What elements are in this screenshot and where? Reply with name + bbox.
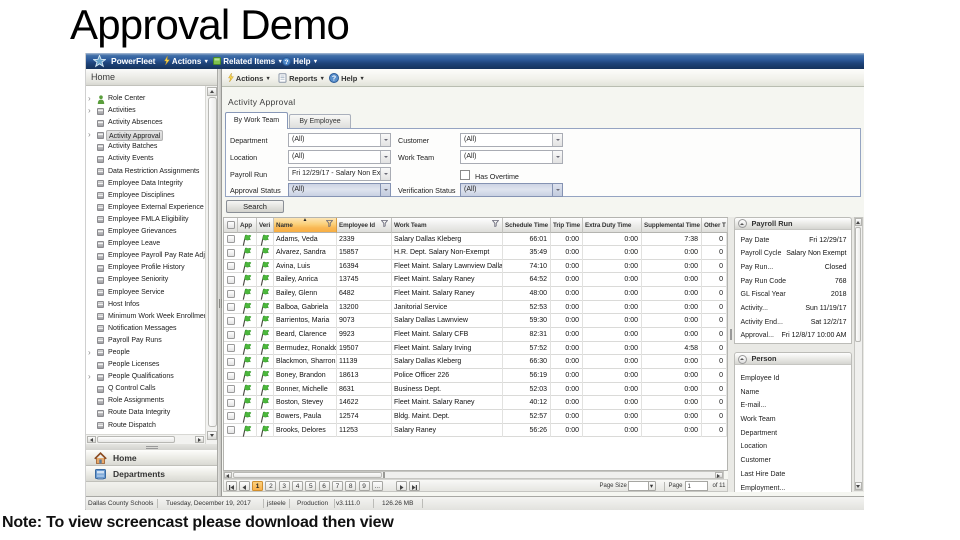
svg-text:?: ? [332, 76, 336, 83]
svg-text:?: ? [285, 58, 289, 65]
